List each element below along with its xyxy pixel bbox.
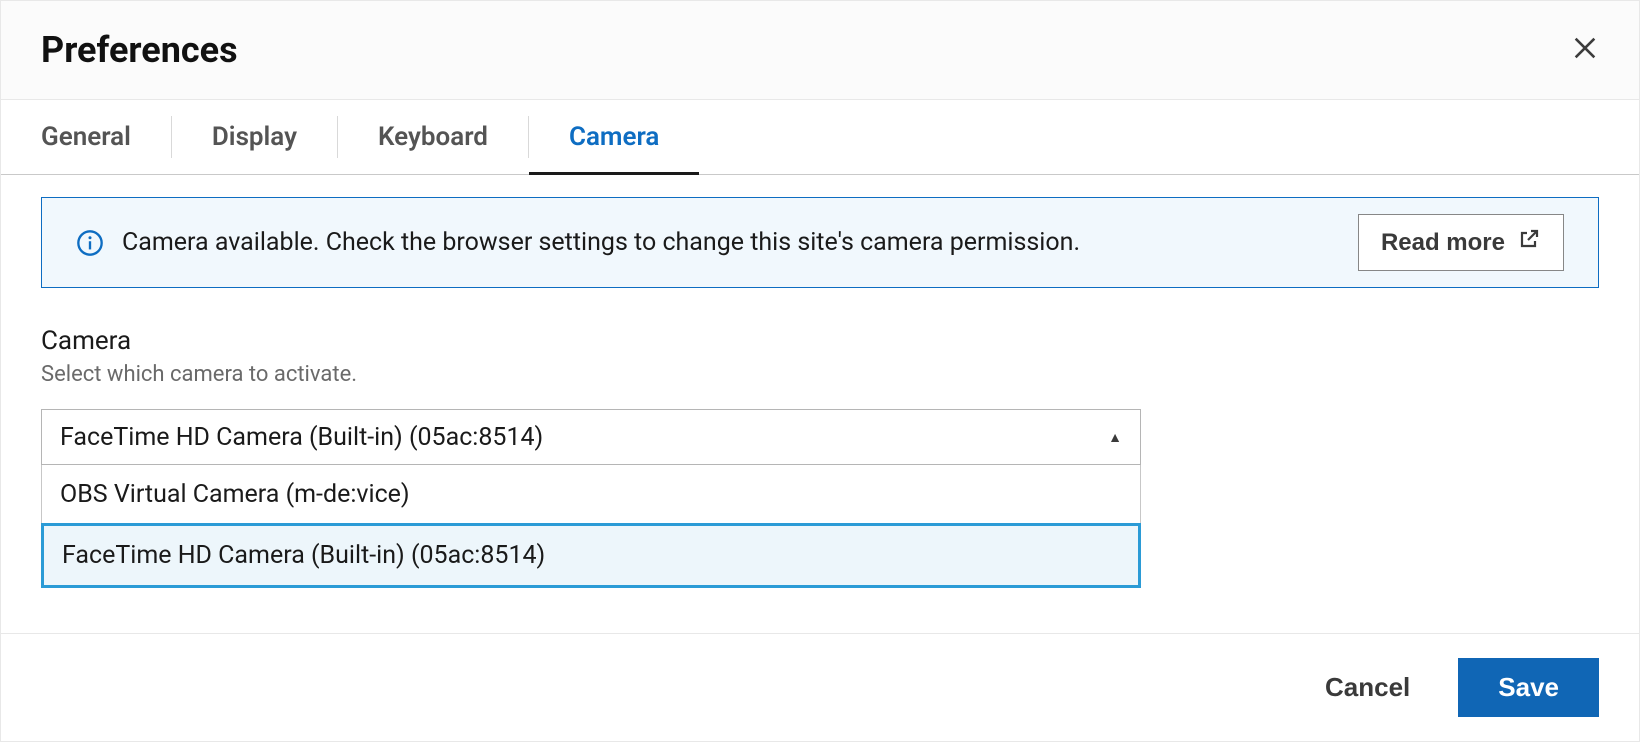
- chevron-up-icon: ▲: [1108, 429, 1122, 446]
- info-banner-left: Camera available. Check the browser sett…: [76, 228, 1080, 257]
- camera-section-label: Camera: [41, 326, 1599, 356]
- read-more-button[interactable]: Read more: [1358, 214, 1564, 271]
- preferences-modal: Preferences General Display Keyboard Cam…: [0, 0, 1640, 742]
- tab-separator: [337, 116, 338, 158]
- modal-footer: Cancel Save: [1, 633, 1639, 741]
- modal-title: Preferences: [41, 29, 238, 71]
- read-more-label: Read more: [1381, 229, 1505, 257]
- camera-select-wrap: FaceTime HD Camera (Built-in) (05ac:8514…: [41, 409, 1141, 588]
- tab-keyboard[interactable]: Keyboard: [378, 100, 488, 174]
- tab-content: Camera available. Check the browser sett…: [1, 175, 1639, 633]
- modal-header: Preferences: [1, 1, 1639, 100]
- save-button[interactable]: Save: [1458, 658, 1599, 717]
- tab-separator: [171, 116, 172, 158]
- tab-general[interactable]: General: [41, 100, 131, 174]
- camera-select-dropdown: OBS Virtual Camera (m-de:vice) FaceTime …: [41, 465, 1141, 588]
- external-link-icon: [1517, 227, 1541, 258]
- cancel-button[interactable]: Cancel: [1325, 672, 1410, 703]
- info-icon: [76, 229, 104, 257]
- info-banner-text: Camera available. Check the browser sett…: [122, 228, 1080, 257]
- tab-camera[interactable]: Camera: [569, 100, 659, 174]
- camera-option[interactable]: OBS Virtual Camera (m-de:vice): [42, 465, 1140, 524]
- camera-select[interactable]: FaceTime HD Camera (Built-in) (05ac:8514…: [41, 409, 1141, 465]
- tabs-bar: General Display Keyboard Camera: [1, 100, 1639, 175]
- info-banner: Camera available. Check the browser sett…: [41, 197, 1599, 288]
- camera-section-help: Select which camera to activate.: [41, 362, 1599, 387]
- tab-display[interactable]: Display: [212, 100, 297, 174]
- tab-separator: [528, 116, 529, 158]
- camera-option-selected[interactable]: FaceTime HD Camera (Built-in) (05ac:8514…: [41, 523, 1141, 588]
- camera-select-value: FaceTime HD Camera (Built-in) (05ac:8514…: [60, 423, 543, 452]
- close-icon[interactable]: [1571, 34, 1599, 66]
